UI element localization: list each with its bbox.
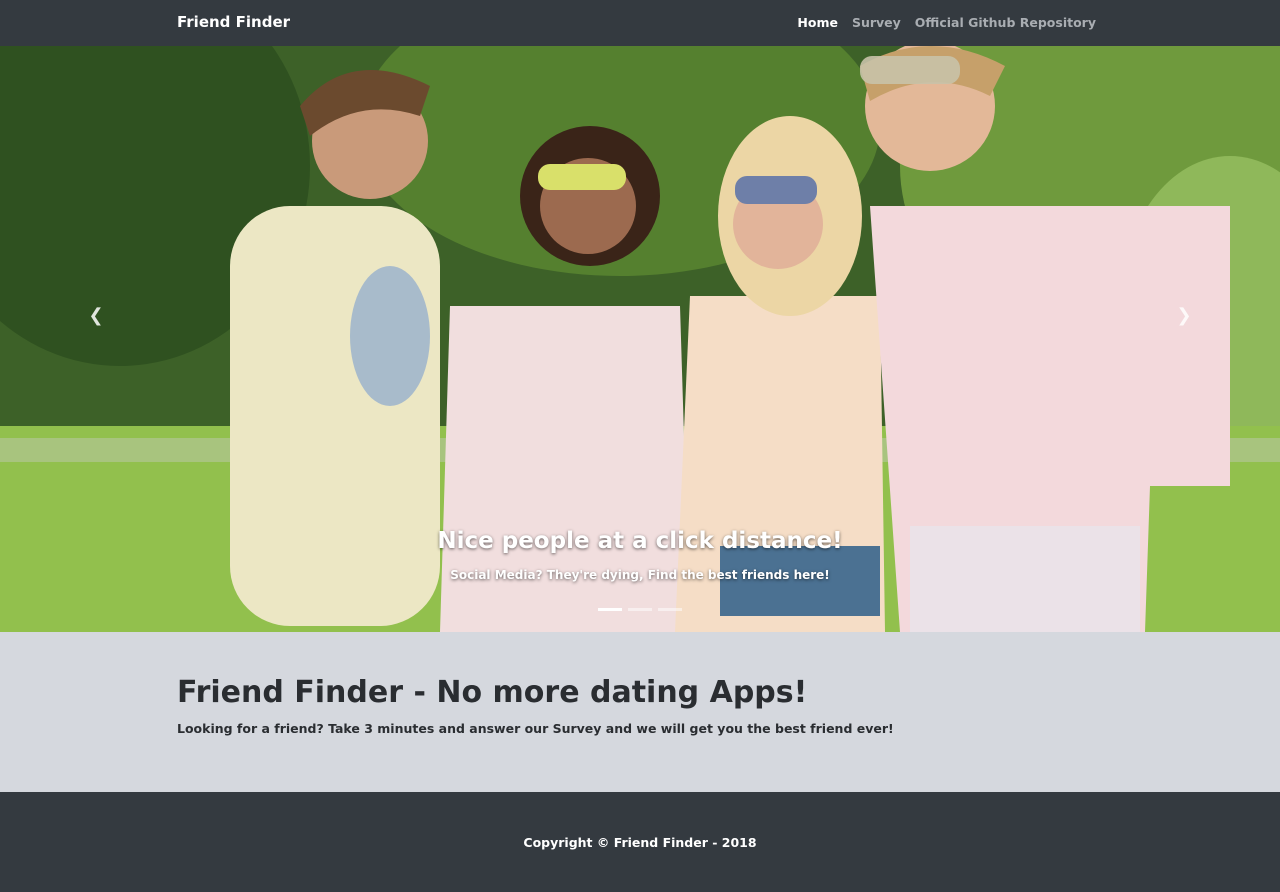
nav-link-home[interactable]: Home (797, 15, 838, 30)
carousel-indicator[interactable] (658, 608, 682, 611)
carousel-indicator[interactable] (628, 608, 652, 611)
jumbotron: Friend Finder - No more dating Apps! Loo… (0, 632, 1280, 792)
nav-link-github[interactable]: Official Github Repository (915, 15, 1096, 30)
carousel-caption-text: Social Media? They're dying, Find the be… (450, 568, 830, 582)
carousel-caption-title: Nice people at a click distance! (437, 528, 843, 554)
footer-copyright: Copyright © Friend Finder - 2018 (523, 835, 757, 850)
brand-link[interactable]: Friend Finder (177, 13, 290, 31)
nav-links: Home Survey Official Github Repository (797, 15, 1096, 30)
carousel-indicators (598, 608, 682, 611)
page-title: Friend Finder - No more dating Apps! (177, 675, 808, 710)
hero-carousel: ❮ ❯ Nice people at a click distance! Soc… (0, 46, 1280, 632)
top-navbar: Friend Finder Home Survey Official Githu… (0, 0, 1280, 46)
footer: Copyright © Friend Finder - 2018 (0, 792, 1280, 892)
carousel-next-chevron-right-icon[interactable]: ❯ (1172, 304, 1196, 328)
page-lead: Looking for a friend? Take 3 minutes and… (177, 721, 894, 736)
carousel-indicator[interactable] (598, 608, 622, 611)
nav-link-survey[interactable]: Survey (852, 15, 901, 30)
carousel-prev-chevron-left-icon[interactable]: ❮ (84, 304, 108, 328)
